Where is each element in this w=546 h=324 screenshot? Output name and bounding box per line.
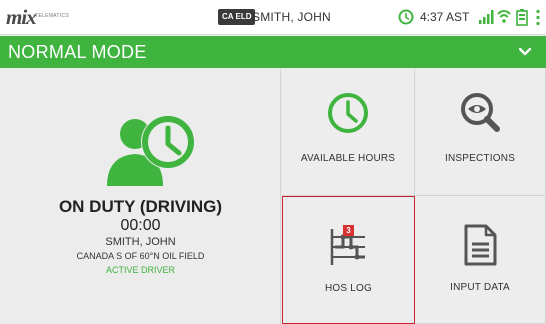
driver-status-panel[interactable]: ON DUTY (DRIVING) 00:00 SMITH, JOHN CANA…	[0, 69, 281, 324]
tile-label: HOS LOG	[325, 283, 372, 294]
tile-input-data[interactable]: INPUT DATA	[415, 196, 546, 324]
wifi-icon	[497, 10, 511, 23]
mode-title: NORMAL MODE	[8, 42, 147, 62]
status-time: 4:37 AST	[420, 10, 470, 24]
document-icon	[464, 224, 497, 266]
ruleset: CANADA S OF 60°N OIL FIELD	[76, 251, 205, 261]
driver-role: ACTIVE DRIVER	[105, 265, 175, 275]
tile-label: AVAILABLE HOURS	[300, 153, 396, 164]
signal-icon	[479, 10, 494, 24]
tile-inspections[interactable]: INSPECTIONS	[415, 69, 546, 196]
logo-subtitle: TELEMATICS	[35, 13, 70, 19]
clock-icon	[328, 93, 368, 133]
status-bar: mix TELEMATICS CA ELD SMITH, JOHN 4:37 A…	[0, 0, 546, 35]
mode-bar[interactable]: NORMAL MODE	[0, 36, 546, 68]
duty-status: ON DUTY (DRIVING)	[58, 197, 223, 216]
overflow-menu-icon[interactable]	[535, 9, 541, 26]
tile-label: INPUT DATA	[450, 282, 510, 293]
tile-hos-log[interactable]: 3 HOS LOG	[282, 196, 415, 324]
dashboard: ON DUTY (DRIVING) 00:00 SMITH, JOHN CANA…	[0, 69, 546, 324]
chevron-down-icon[interactable]	[518, 46, 532, 58]
clock-icon	[398, 9, 414, 25]
battery-icon	[516, 9, 528, 26]
notification-badge: 3	[343, 225, 354, 236]
duty-time: 00:00	[120, 217, 161, 234]
eye-magnifier-icon	[461, 93, 500, 132]
driver-clock-icon	[107, 115, 195, 186]
mix-logo: mix	[6, 5, 37, 29]
status-driver-name: SMITH, JOHN	[252, 10, 331, 24]
driver-name: SMITH, JOHN	[105, 236, 176, 248]
eld-badge: CA ELD	[218, 9, 256, 25]
tile-available-hours[interactable]: AVAILABLE HOURS	[282, 69, 415, 196]
tile-label: INSPECTIONS	[445, 153, 515, 164]
